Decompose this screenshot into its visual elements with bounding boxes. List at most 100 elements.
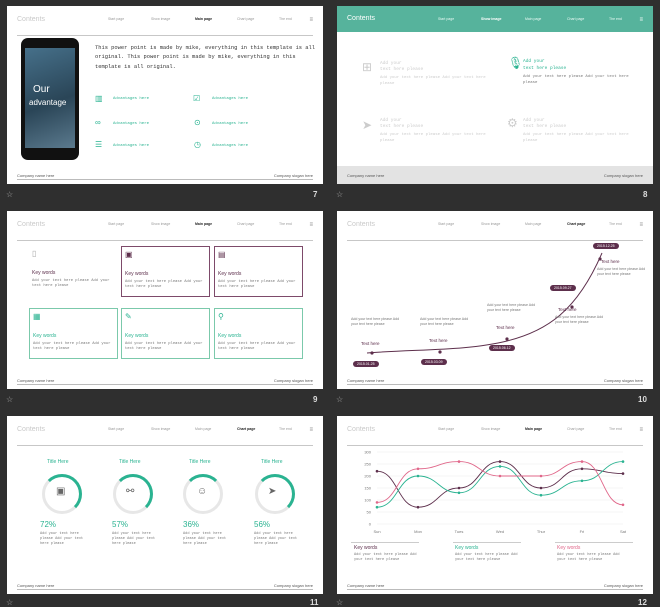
presentation-icon: ▥ <box>95 94 103 103</box>
cell-body: Add your text here please Add your text … <box>380 76 486 86</box>
star-icon[interactable]: ☆ <box>6 395 13 404</box>
card-title: Key words <box>125 333 149 339</box>
item-title: Title Here <box>47 459 69 465</box>
data-point <box>580 460 584 463</box>
slide-number: 7 <box>313 190 318 199</box>
nav-item: Start page <box>108 427 125 431</box>
progress-ring: ⚯ <box>113 474 153 514</box>
nav-item: The end <box>609 427 622 431</box>
star-icon[interactable]: ☆ <box>6 598 13 607</box>
footer-slogan: Company slogan here <box>603 583 643 588</box>
star-icon[interactable]: ☆ <box>336 598 343 607</box>
phone-image: Our advantage <box>21 38 79 160</box>
series-line-1 <box>376 461 624 508</box>
footer-company: Company name here <box>347 173 385 178</box>
nav-item: Chart page <box>237 222 255 226</box>
slide-thumbnail-9[interactable]: Contents Start page Show image Main page… <box>7 211 323 389</box>
nav-item: The end <box>279 17 292 21</box>
footer-company: Company name here <box>347 378 385 383</box>
nav-item: The end <box>279 427 292 431</box>
footer-slogan: Company slogan here <box>603 173 643 178</box>
series-line-0 <box>376 461 624 508</box>
slide-header-title: Contents <box>17 16 46 23</box>
grid-icon: ⊞ <box>362 60 373 74</box>
item-body: Add your text here please Add your text … <box>112 532 156 547</box>
nav-item: Chart page <box>237 17 255 21</box>
data-point <box>416 474 420 478</box>
send-icon: ➤ <box>362 118 373 132</box>
timeline-point <box>505 337 509 341</box>
card-body: Add your text here please Add your text … <box>33 342 111 352</box>
nav-item: The end <box>609 17 622 21</box>
slide-header-title: Contents <box>347 15 376 22</box>
x-tick-label: Fri <box>580 529 585 534</box>
nav-item: Start page <box>108 17 125 21</box>
nav-item: The end <box>279 222 292 226</box>
data-point <box>539 474 543 478</box>
legend-body: Add your text here please Add your text … <box>354 553 417 563</box>
slide-number: 9 <box>313 395 318 404</box>
card-title: Key words <box>218 271 242 277</box>
card-title: Key words <box>32 270 56 276</box>
timeline-note: Add your text here please Add your text … <box>597 267 646 277</box>
edit-icon: ✎ <box>125 312 132 321</box>
slide-thumbnail-7[interactable]: Contents Start page Show image Main page… <box>7 6 323 184</box>
advantage-label: Advantages here <box>113 144 150 148</box>
data-point <box>621 472 625 475</box>
slide-thumbnail-12[interactable]: Contents Start page Show image Main page… <box>337 416 653 594</box>
phone-screen: Our advantage <box>25 48 75 148</box>
data-point <box>457 491 461 495</box>
date-pill: 2015.09.27 <box>550 285 576 291</box>
cell-heading: Add your <box>380 61 402 66</box>
link-icon: ⚯ <box>126 486 135 497</box>
advantage-label: Advantages here <box>113 122 150 126</box>
date-pill: 2015.01.25 <box>353 361 379 367</box>
location-pin-icon: ⊙ <box>194 118 201 127</box>
star-icon[interactable]: ☆ <box>336 190 343 199</box>
date-pill: 2015.06.12 <box>489 345 515 351</box>
data-point <box>539 486 543 490</box>
clock-icon: ◷ <box>194 140 201 149</box>
y-tick-label: 200 <box>364 474 371 479</box>
document-icon: ▯ <box>32 249 37 258</box>
series-line-2 <box>376 461 624 506</box>
nav-item: Main page <box>195 427 212 431</box>
footer-divider <box>17 384 313 385</box>
line-chart: 300 250 200 150 100 50 0Sun Mon Tues Wed Thur Fri Sa… <box>364 450 627 535</box>
calendar-icon: ▣ <box>56 486 66 497</box>
footer-divider <box>347 384 643 385</box>
card: ▦ Key words Add your text here please Ad… <box>29 308 118 359</box>
star-icon[interactable]: ☆ <box>6 190 13 199</box>
x-tick-label: Mon <box>414 529 422 534</box>
item-body: Add your text here please Add your text … <box>254 532 298 547</box>
date-pill: 2015.12.25 <box>593 243 619 249</box>
cell-heading: Add your <box>380 118 402 123</box>
slide-number: 11 <box>310 598 319 607</box>
phone-title-line1: Our <box>33 84 50 95</box>
x-tick-label: Tues <box>455 529 464 534</box>
item-body: Add your text here please Add your text … <box>40 532 84 547</box>
advantage-label: Advantages here <box>212 97 249 101</box>
footer-divider <box>17 589 313 590</box>
timeline-curve <box>366 252 603 355</box>
data-point <box>375 469 379 473</box>
slide-thumbnail-10[interactable]: Contents Start page Show image Main page… <box>337 211 653 389</box>
card-body: Add your text here please Add your text … <box>218 342 296 352</box>
nav-item: Start page <box>108 222 125 226</box>
nav-item: Show image <box>151 17 171 21</box>
data-point <box>375 501 379 504</box>
data-point <box>375 505 379 509</box>
gear-icon: ⚙ <box>507 116 518 130</box>
menu-icon: ≡ <box>639 427 643 433</box>
slide-thumbnail-11[interactable]: Contents Start page Show image Main page… <box>7 416 323 594</box>
cell-heading: Add your <box>523 59 545 64</box>
star-icon[interactable]: ☆ <box>336 395 343 404</box>
slide-thumbnail-8[interactable]: Contents Start page Show image Main page… <box>337 6 653 184</box>
legend-title: Key words <box>557 545 581 551</box>
footer-company: Company name here <box>17 583 55 588</box>
menu-icon: ≡ <box>639 17 643 23</box>
legend-body: Add your text here please Add your text … <box>557 553 620 563</box>
nav-item: Show image <box>151 427 171 431</box>
x-tick-label: Thur <box>537 529 546 534</box>
legend-title: Key words <box>455 545 479 551</box>
